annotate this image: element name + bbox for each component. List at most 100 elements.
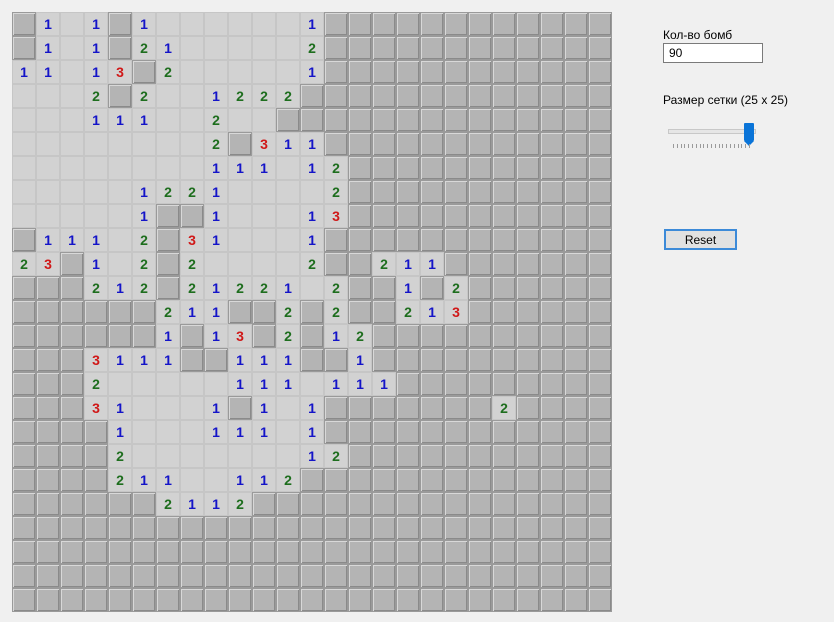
cell-empty[interactable] bbox=[180, 60, 204, 84]
cell-closed[interactable] bbox=[36, 516, 60, 540]
cell-closed[interactable] bbox=[444, 516, 468, 540]
cell-closed[interactable] bbox=[516, 324, 540, 348]
cell-closed[interactable] bbox=[540, 132, 564, 156]
cell-closed[interactable] bbox=[468, 588, 492, 612]
cell-closed[interactable] bbox=[396, 444, 420, 468]
cell-closed[interactable] bbox=[516, 564, 540, 588]
cell-number[interactable]: 1 bbox=[204, 276, 228, 300]
cell-empty[interactable] bbox=[300, 276, 324, 300]
cell-closed[interactable] bbox=[372, 12, 396, 36]
cell-number[interactable]: 1 bbox=[156, 348, 180, 372]
cell-closed[interactable] bbox=[36, 564, 60, 588]
cell-closed[interactable] bbox=[564, 156, 588, 180]
cell-closed[interactable] bbox=[492, 516, 516, 540]
cell-closed[interactable] bbox=[204, 348, 228, 372]
cell-closed[interactable] bbox=[372, 204, 396, 228]
bomb-count-input[interactable] bbox=[663, 43, 763, 63]
cell-closed[interactable] bbox=[108, 492, 132, 516]
cell-closed[interactable] bbox=[516, 180, 540, 204]
cell-closed[interactable] bbox=[396, 540, 420, 564]
cell-closed[interactable] bbox=[444, 36, 468, 60]
cell-empty[interactable] bbox=[108, 204, 132, 228]
cell-closed[interactable] bbox=[540, 204, 564, 228]
cell-number[interactable]: 1 bbox=[204, 156, 228, 180]
cell-empty[interactable] bbox=[84, 132, 108, 156]
cell-closed[interactable] bbox=[420, 516, 444, 540]
cell-closed[interactable] bbox=[564, 444, 588, 468]
cell-closed[interactable] bbox=[516, 12, 540, 36]
cell-closed[interactable] bbox=[492, 564, 516, 588]
cell-closed[interactable] bbox=[492, 84, 516, 108]
cell-closed[interactable] bbox=[420, 324, 444, 348]
cell-closed[interactable] bbox=[468, 180, 492, 204]
cell-closed[interactable] bbox=[372, 516, 396, 540]
cell-closed[interactable] bbox=[348, 60, 372, 84]
cell-closed[interactable] bbox=[540, 444, 564, 468]
cell-empty[interactable] bbox=[60, 60, 84, 84]
cell-number[interactable]: 1 bbox=[108, 348, 132, 372]
cell-closed[interactable] bbox=[84, 300, 108, 324]
cell-empty[interactable] bbox=[180, 84, 204, 108]
cell-empty[interactable] bbox=[276, 60, 300, 84]
cell-closed[interactable] bbox=[540, 516, 564, 540]
cell-closed[interactable] bbox=[300, 468, 324, 492]
cell-number[interactable]: 2 bbox=[84, 84, 108, 108]
cell-number[interactable]: 2 bbox=[396, 300, 420, 324]
cell-number[interactable]: 2 bbox=[348, 324, 372, 348]
cell-number[interactable]: 1 bbox=[36, 228, 60, 252]
cell-closed[interactable] bbox=[564, 396, 588, 420]
cell-closed[interactable] bbox=[348, 156, 372, 180]
cell-number[interactable]: 1 bbox=[300, 228, 324, 252]
cell-closed[interactable] bbox=[588, 60, 612, 84]
cell-closed[interactable] bbox=[420, 228, 444, 252]
cell-closed[interactable] bbox=[108, 300, 132, 324]
cell-closed[interactable] bbox=[516, 468, 540, 492]
cell-empty[interactable] bbox=[180, 36, 204, 60]
cell-closed[interactable] bbox=[252, 540, 276, 564]
cell-closed[interactable] bbox=[516, 36, 540, 60]
cell-number[interactable]: 1 bbox=[156, 468, 180, 492]
cell-empty[interactable] bbox=[108, 228, 132, 252]
cell-closed[interactable] bbox=[396, 588, 420, 612]
cell-closed[interactable] bbox=[420, 60, 444, 84]
cell-number[interactable]: 2 bbox=[180, 276, 204, 300]
cell-empty[interactable] bbox=[36, 132, 60, 156]
cell-closed[interactable] bbox=[588, 252, 612, 276]
cell-number[interactable]: 2 bbox=[132, 228, 156, 252]
cell-closed[interactable] bbox=[468, 468, 492, 492]
cell-closed[interactable] bbox=[540, 228, 564, 252]
cell-empty[interactable] bbox=[132, 396, 156, 420]
cell-closed[interactable] bbox=[588, 420, 612, 444]
cell-closed[interactable] bbox=[348, 12, 372, 36]
cell-closed[interactable] bbox=[12, 420, 36, 444]
cell-closed[interactable] bbox=[12, 348, 36, 372]
cell-closed[interactable] bbox=[588, 108, 612, 132]
cell-closed[interactable] bbox=[228, 396, 252, 420]
cell-empty[interactable] bbox=[180, 396, 204, 420]
cell-closed[interactable] bbox=[60, 276, 84, 300]
cell-closed[interactable] bbox=[564, 588, 588, 612]
cell-closed[interactable] bbox=[12, 564, 36, 588]
cell-closed[interactable] bbox=[492, 132, 516, 156]
cell-number[interactable]: 1 bbox=[180, 492, 204, 516]
cell-closed[interactable] bbox=[12, 276, 36, 300]
cell-closed[interactable] bbox=[276, 108, 300, 132]
cell-number[interactable]: 1 bbox=[132, 108, 156, 132]
cell-closed[interactable] bbox=[540, 492, 564, 516]
cell-number[interactable]: 3 bbox=[324, 204, 348, 228]
cell-number[interactable]: 2 bbox=[276, 84, 300, 108]
cell-closed[interactable] bbox=[372, 60, 396, 84]
cell-number[interactable]: 1 bbox=[300, 12, 324, 36]
cell-closed[interactable] bbox=[12, 372, 36, 396]
cell-closed[interactable] bbox=[12, 324, 36, 348]
cell-number[interactable]: 1 bbox=[228, 372, 252, 396]
cell-number[interactable]: 2 bbox=[132, 84, 156, 108]
cell-closed[interactable] bbox=[324, 564, 348, 588]
cell-empty[interactable] bbox=[204, 36, 228, 60]
cell-closed[interactable] bbox=[468, 108, 492, 132]
cell-closed[interactable] bbox=[516, 300, 540, 324]
cell-number[interactable]: 2 bbox=[324, 444, 348, 468]
cell-number[interactable]: 1 bbox=[84, 60, 108, 84]
cell-number[interactable]: 1 bbox=[36, 36, 60, 60]
cell-closed[interactable] bbox=[492, 204, 516, 228]
